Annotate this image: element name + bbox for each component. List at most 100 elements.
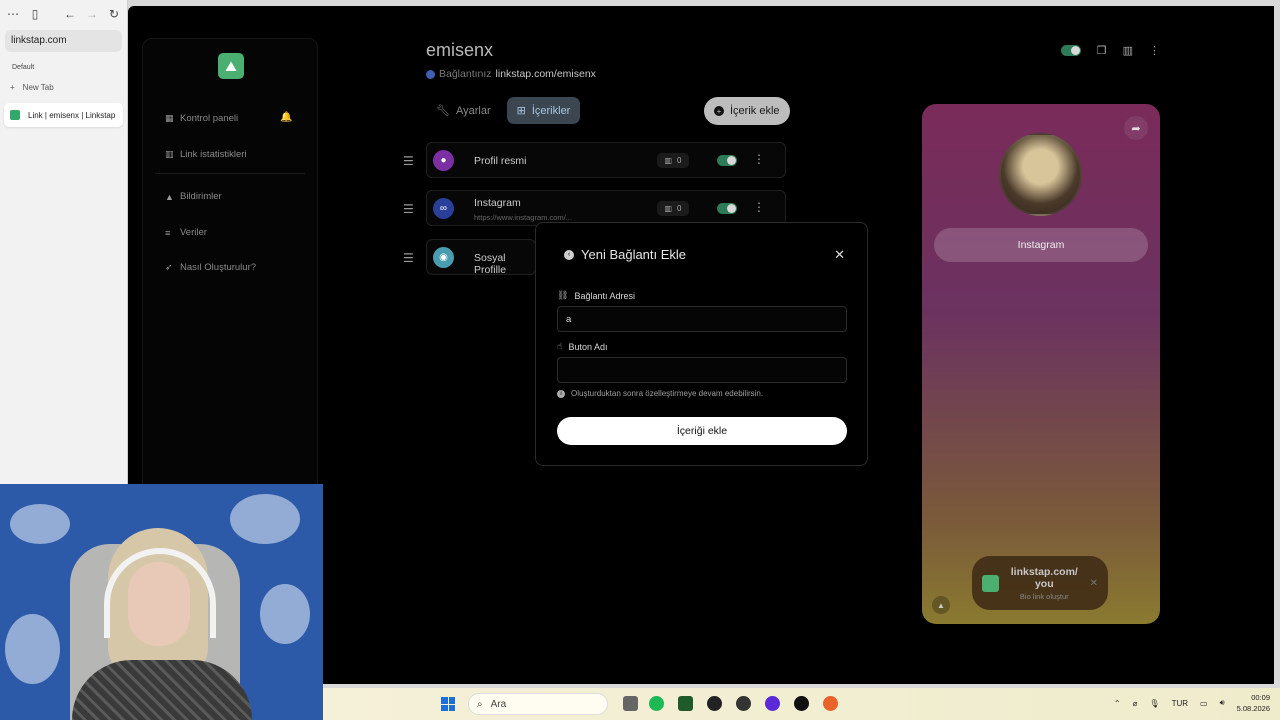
- hand-icon: ☝︎: [557, 341, 563, 351]
- preview-link-button[interactable]: Instagram: [934, 228, 1148, 262]
- back-icon[interactable]: ←: [63, 7, 77, 21]
- app-icon[interactable]: [678, 696, 693, 711]
- content-row-instagram[interactable]: ☰ ∞ Instagram https://www.instagram.com/…: [403, 190, 786, 226]
- add-content-submit-button[interactable]: İçeriği ekle: [557, 417, 847, 445]
- browser-tab-linkstap[interactable]: Link | emisenx | Linkstap: [4, 103, 123, 127]
- network-icon[interactable]: ⌀: [1133, 699, 1138, 708]
- reload-icon[interactable]: ↻: [107, 7, 121, 21]
- drag-handle-icon[interactable]: ☰: [403, 155, 414, 167]
- nav-item-dashboard[interactable]: ▦ Kontrol paneli: [165, 113, 238, 124]
- windows-start-icon[interactable]: [441, 697, 455, 711]
- content-row-social[interactable]: ☰ ◉ Sosyal Profille: [403, 239, 536, 276]
- favicon-icon: [10, 110, 20, 120]
- bell-icon: ▲: [165, 191, 174, 202]
- grid-icon: ⊞: [516, 105, 526, 117]
- linkstap-logo[interactable]: ⛰: [218, 53, 244, 79]
- tab-label: Ayarlar: [455, 104, 491, 117]
- display-icon[interactable]: ▭: [1200, 699, 1208, 708]
- link-url[interactable]: linkstap.com/emisenx: [496, 68, 596, 80]
- row-title: Instagram: [474, 197, 521, 209]
- linkstap-logo: [982, 574, 999, 592]
- nav-item-howto[interactable]: ➶ Nasıl Oluşturulur?: [165, 262, 256, 273]
- more-vertical-icon[interactable]: ⋮: [753, 200, 765, 214]
- obs-icon[interactable]: [707, 696, 722, 711]
- row-title: Profil resmi: [474, 155, 527, 167]
- modal-hint: i Oluşturduktan sonra özelleştirmeye dev…: [557, 389, 763, 398]
- back-icon[interactable]: ‹: [564, 249, 574, 260]
- profile-visibility-toggle[interactable]: [1060, 45, 1081, 56]
- system-tray: ⌃ ⌀ 🎙︎ TUR ▭ 🔊︎ 00:09 5.08.2026: [1114, 692, 1270, 714]
- address-bar[interactable]: linkstap.com: [5, 30, 122, 52]
- row-enable-toggle[interactable]: [717, 155, 737, 166]
- add-link-modal: ‹ Yeni Bağlantı Ekle ✕ ⛓ Bağlantı Adresi…: [535, 222, 868, 466]
- click-count: 0: [677, 204, 682, 213]
- info-icon: i: [557, 389, 565, 398]
- forward-icon[interactable]: →: [85, 7, 99, 21]
- button-name-input[interactable]: [557, 357, 847, 383]
- nav-item-label: Link istatistikleri: [180, 149, 247, 160]
- copy-icon[interactable]: ❐: [1097, 44, 1107, 57]
- more-vertical-icon[interactable]: ⋮: [1149, 44, 1160, 57]
- hint-text: Oluşturduktan sonra özelleştirmeye devam…: [571, 389, 764, 398]
- clock-date: 5.08.2026: [1236, 704, 1270, 713]
- spotify-icon[interactable]: [649, 696, 664, 711]
- profile-link[interactable]: Bağlantınız linkstap.com/emisenx: [426, 68, 596, 80]
- close-icon[interactable]: ✕: [834, 247, 845, 263]
- link-address-input[interactable]: [557, 306, 847, 332]
- link-icon: ⛓: [557, 290, 569, 300]
- label-text: Buton Adı: [568, 341, 608, 352]
- language-indicator[interactable]: TUR: [1172, 699, 1188, 708]
- firefox-icon[interactable]: [823, 696, 838, 711]
- more-icon[interactable]: ⋯: [6, 7, 20, 21]
- webcam-overlay: [0, 484, 323, 720]
- bell-icon[interactable]: 🔔: [280, 112, 292, 123]
- nav-item-label: Kontrol paneli: [180, 113, 239, 124]
- chatgpt-icon[interactable]: [736, 696, 751, 711]
- linkstap-promo-badge[interactable]: linkstap.com/ you Bio link oluştur ✕: [972, 556, 1108, 610]
- tab-settings[interactable]: 🔧︎ Ayarlar: [426, 97, 501, 124]
- clock-time: 00:09: [1251, 693, 1270, 702]
- clock[interactable]: 00:09 5.08.2026: [1237, 692, 1270, 714]
- new-tab-button[interactable]: + New Tab: [4, 75, 123, 99]
- blossom-pattern: [230, 494, 300, 544]
- stats-icon: ▥: [664, 156, 673, 165]
- modal-title-text: Yeni Bağlantı Ekle: [581, 247, 687, 262]
- sidebar-toggle-icon[interactable]: ▯: [28, 7, 42, 21]
- nav-item-data[interactable]: ≡ Veriler: [165, 227, 207, 238]
- drag-handle-icon[interactable]: ☰: [403, 203, 414, 215]
- davinci-icon[interactable]: [794, 696, 809, 711]
- rocket-icon: ➶: [165, 262, 173, 272]
- content-row-profile[interactable]: ☰ ● Profil resmi ▥ 0 ⋮: [403, 142, 786, 178]
- browser-icon[interactable]: [765, 696, 780, 711]
- nav-item-notifications[interactable]: ▲ Bildirimler: [165, 191, 222, 202]
- page-title: emisenx: [426, 40, 494, 60]
- plus-icon: +: [714, 106, 724, 116]
- tab-contents[interactable]: ⊞ İçerikler: [506, 97, 581, 124]
- close-icon[interactable]: ✕: [1090, 578, 1098, 589]
- taskbar: ⌕ Ara ⌃ ⌀ 🎙︎ TUR ▭ 🔊︎ 00:09 5.08.2026: [323, 688, 1280, 720]
- search-placeholder: Ara: [490, 698, 507, 710]
- label-text: Bağlantı Adresi: [574, 290, 635, 301]
- more-vertical-icon[interactable]: ⋮: [753, 152, 765, 166]
- click-count-badge: ▥ 0: [657, 153, 689, 168]
- nav-item-stats[interactable]: ▥ Link istatistikleri: [165, 149, 247, 160]
- browser-tab-label: Link | emisenx | Linkstap: [28, 110, 116, 120]
- wrench-icon: 🔧︎: [436, 105, 450, 117]
- file-manager-icon[interactable]: [623, 696, 638, 711]
- mic-icon[interactable]: 🎙︎: [1149, 699, 1159, 708]
- share-icon[interactable]: ➦: [1124, 116, 1148, 140]
- chevron-up-icon[interactable]: ⌃: [1114, 699, 1121, 708]
- taskbar-search[interactable]: ⌕ Ara: [468, 693, 608, 715]
- row-enable-toggle[interactable]: [717, 203, 737, 214]
- volume-icon[interactable]: 🔊︎: [1220, 698, 1225, 708]
- link-prefix: Bağlantınız: [439, 68, 492, 80]
- add-content-button[interactable]: + İçerik ekle: [704, 97, 790, 125]
- drag-handle-icon[interactable]: ☰: [403, 252, 414, 264]
- users-icon: ◉: [433, 247, 454, 268]
- nav-item-label: Bildirimler: [180, 191, 222, 202]
- arrow-up-icon[interactable]: ▲: [932, 596, 950, 614]
- promo-text: linkstap.com/ you Bio link oluştur: [1007, 566, 1082, 601]
- stats-icon[interactable]: ▥: [1123, 44, 1133, 57]
- link-icon: ∞: [433, 198, 454, 219]
- button-name-label: ☝︎ Buton Adı: [557, 341, 608, 352]
